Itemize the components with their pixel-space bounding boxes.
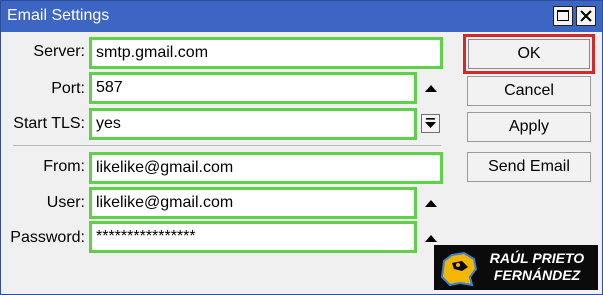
- user-input[interactable]: [89, 187, 417, 219]
- watermark-logo: RAÚL PRIETO FERNÁNDEZ: [434, 245, 598, 290]
- title-bar[interactable]: Email Settings: [1, 1, 602, 32]
- port-input[interactable]: [89, 72, 417, 104]
- start-tls-label: Start TLS:: [13, 115, 85, 132]
- email-settings-window: Email Settings Server: Port: Start TLS: …: [0, 0, 603, 295]
- dropdown-arrow-icon: [425, 118, 436, 128]
- ok-button[interactable]: OK: [468, 39, 590, 69]
- watermark-text: RAÚL PRIETO FERNÁNDEZ: [489, 250, 585, 283]
- maximize-button[interactable]: [553, 6, 573, 26]
- from-input[interactable]: [89, 152, 443, 184]
- password-input[interactable]: [89, 221, 417, 253]
- close-icon: [580, 10, 592, 22]
- port-label: Port:: [51, 80, 85, 97]
- apply-button[interactable]: Apply: [467, 112, 591, 142]
- section-divider: [13, 145, 441, 146]
- send-email-button[interactable]: Send Email: [467, 152, 591, 182]
- ok-button-highlight: OK: [463, 34, 595, 74]
- lion-logo-icon: [440, 251, 478, 287]
- up-arrow-icon[interactable]: [422, 79, 440, 97]
- up-arrow-icon[interactable]: [422, 194, 440, 212]
- start-tls-dropdown-button[interactable]: [421, 114, 440, 133]
- start-tls-select[interactable]: [89, 108, 417, 140]
- close-button[interactable]: [576, 6, 596, 26]
- cancel-button[interactable]: Cancel: [467, 76, 591, 106]
- server-input[interactable]: [89, 37, 443, 69]
- window-title: Email Settings: [7, 7, 110, 24]
- server-label: Server:: [33, 43, 85, 60]
- password-label: Password:: [10, 229, 85, 246]
- user-label: User:: [46, 194, 85, 211]
- from-label: From:: [43, 158, 85, 175]
